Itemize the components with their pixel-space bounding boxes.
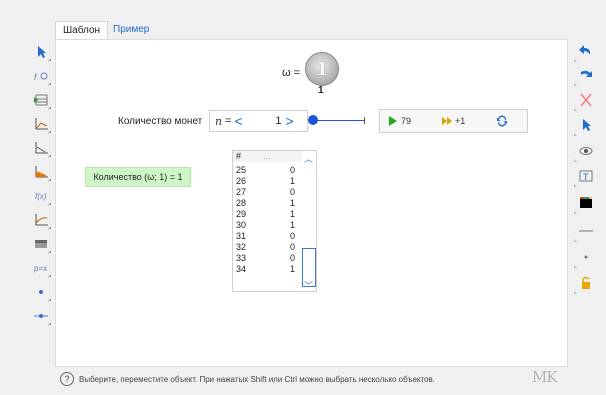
tab-template[interactable]: Шаблон [55,21,109,40]
coin-value: 1 [318,85,324,96]
play-button[interactable]: 79 [388,114,411,128]
omega-label: ω = [282,67,301,79]
dot-icon[interactable] [574,246,598,268]
decrement-button[interactable]: < [234,113,244,129]
table-row: 33 0 [236,253,295,263]
arrow-icon[interactable] [30,42,52,62]
delete-icon[interactable] [574,89,598,111]
table-row: 29 1 [236,209,295,219]
mk-logo: MK [532,368,558,386]
status-bar: ? Выберите, переместите объект. При нажа… [60,372,435,386]
stepper-variable: n [215,114,223,128]
color-icon[interactable] [574,192,598,214]
redo-icon[interactable] [574,64,598,86]
grid-icon[interactable] [30,90,52,110]
function-f-icon[interactable]: f(x) [30,186,52,206]
step-button[interactable]: +1 [442,114,465,128]
step-icon [442,117,452,125]
slider-handle[interactable] [308,115,318,125]
coin-glyph: 1 [315,58,329,80]
reset-button[interactable] [496,114,508,128]
svg-text:p=x: p=x [34,264,47,273]
tab-example[interactable]: Пример [106,21,156,39]
svg-text:f(x): f(x) [35,192,47,201]
text-icon[interactable]: T [574,165,598,187]
axes-icon[interactable] [30,114,52,134]
lock-icon[interactable] [574,272,598,294]
status-text: Выберите, переместите объект. При нажаты… [79,374,435,384]
coin-image: 1 [305,52,339,86]
stepper-value[interactable]: 1 [244,115,285,127]
slider-track[interactable] [314,120,364,121]
play-count: 79 [401,116,412,126]
area-icon[interactable] [30,162,52,182]
table-scrollbar[interactable]: ︿ ﹀ [302,150,317,292]
coin-count-label: Количество монет [118,116,203,127]
increment-button[interactable]: > [285,113,295,129]
table-row: 31 0 [236,231,295,241]
function-icon[interactable]: f [30,66,52,86]
chevron-up-icon[interactable]: ︿ [304,152,313,165]
play-icon [389,116,397,126]
segment-icon[interactable] [30,306,52,326]
table-row: 30 1 [236,220,295,230]
rectangle-icon[interactable] [30,234,52,254]
axes-icon[interactable] [30,138,52,158]
eye-icon[interactable] [574,140,598,162]
header-index: # [236,151,242,161]
svg-text:T: T [583,172,589,182]
refresh-icon [497,115,507,127]
slider-end-tick [364,117,365,124]
p-icon[interactable]: p=x [30,258,52,278]
table-row: 27 0 [236,187,295,197]
coin-count-stepper[interactable]: n = < 1 > [209,110,308,132]
point-icon[interactable] [30,282,52,302]
curve-icon[interactable] [30,210,52,230]
table-row: 28 1 [236,198,295,208]
results-table[interactable]: # ... 25 0 26 1 27 0 28 1 29 1 30 1 31 0 32 0 33… [232,150,304,292]
select-icon[interactable] [574,114,598,136]
header-value: ... [263,151,271,161]
table-row: 34 1 [236,264,295,274]
svg-text:f: f [34,72,38,82]
step-label: +1 [455,116,466,126]
table-row: 25 0 [236,165,295,175]
table-row: 32 0 [236,242,295,252]
simulation-controls: 79 +1 [379,109,528,133]
help-icon[interactable]: ? [60,372,74,386]
chevron-down-icon[interactable]: ﹀ [304,279,313,292]
stepper-equals: = [225,115,232,127]
count-result-badge: Количество (ω; 1) = 1 [85,167,191,187]
line-icon[interactable] [574,220,598,242]
undo-icon[interactable] [574,40,598,62]
table-row: 26 1 [236,176,295,186]
table-header: # ... [233,151,303,162]
